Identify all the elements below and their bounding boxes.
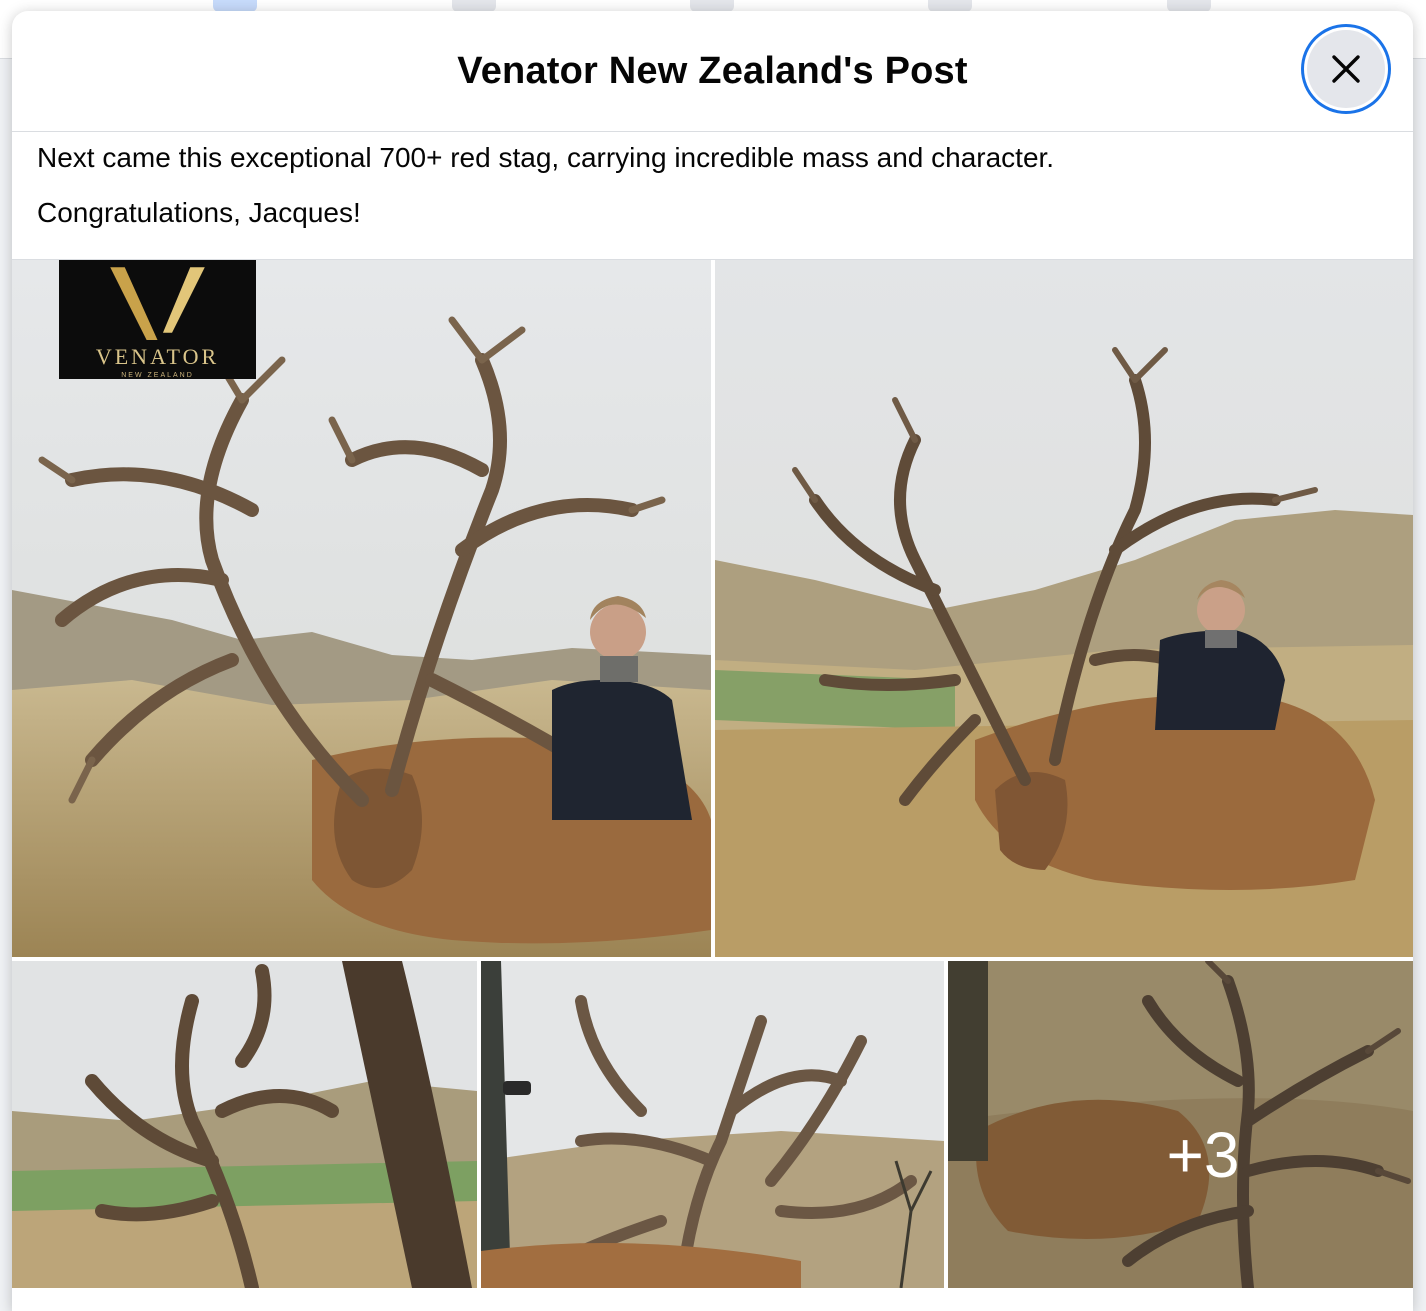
close-button[interactable] (1307, 30, 1385, 108)
photo-5-more[interactable]: +3 (948, 961, 1413, 1288)
venator-v-logo-icon (110, 267, 205, 340)
logo-name: VENATOR (95, 344, 220, 369)
photo-4[interactable] (481, 961, 944, 1288)
logo-subtitle: NEW ZEALAND (121, 372, 194, 379)
antler-photo-image (12, 961, 477, 1288)
more-photos-overlay[interactable]: +3 (948, 961, 1413, 1288)
more-photos-count: +3 (1166, 1118, 1240, 1191)
modal-title: Venator New Zealand's Post (457, 49, 968, 92)
post-text: Next came this exceptional 700+ red stag… (37, 139, 1387, 249)
photo-2[interactable] (715, 260, 1413, 957)
antler-photo-image (481, 961, 944, 1288)
stag-photo-image (715, 260, 1413, 957)
venator-logo: VENATOR NEW ZEALAND (59, 260, 256, 379)
post-paragraph: Next came this exceptional 700+ red stag… (37, 142, 1055, 173)
modal-header: Venator New Zealand's Post (12, 11, 1413, 132)
photo-3[interactable] (12, 961, 477, 1288)
photo-grid: VENATOR NEW ZEALAND +3 (12, 259, 1413, 1300)
post-paragraph: Congratulations, Jacques! (37, 197, 361, 228)
photo-1[interactable]: VENATOR NEW ZEALAND (12, 260, 711, 957)
post-modal: Venator New Zealand's Post Next came thi… (12, 11, 1413, 1311)
close-icon (1332, 55, 1360, 83)
